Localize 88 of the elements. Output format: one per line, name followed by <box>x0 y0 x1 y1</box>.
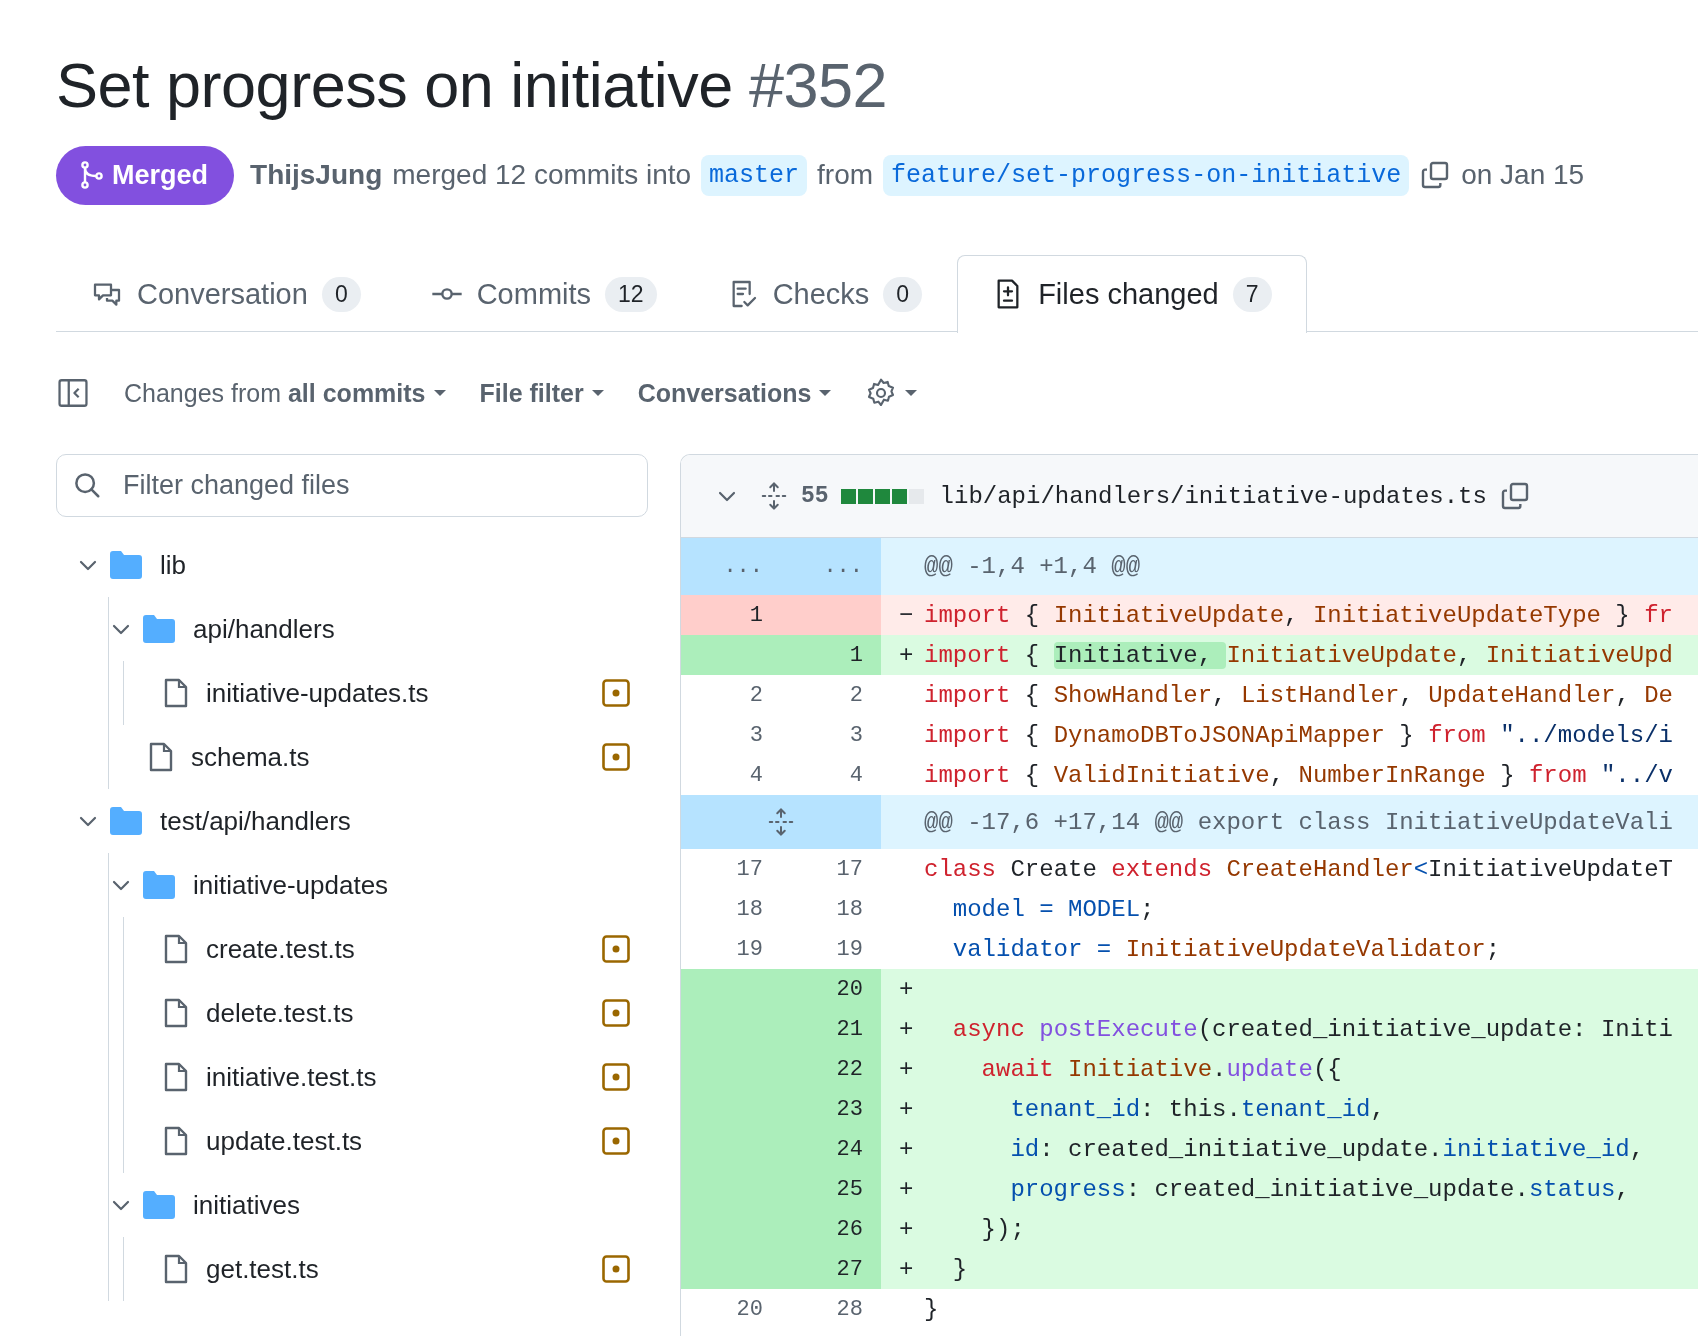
code-line: class Create extends CreateHandler<InitiativeUpdateT <box>923 854 1674 885</box>
line-number: 18 <box>735 895 764 924</box>
line-number: 20 <box>781 969 881 1010</box>
file-icon <box>164 678 188 709</box>
line-number: 27 <box>781 1249 881 1290</box>
search-icon <box>72 470 102 501</box>
line-number: 17 <box>735 855 764 884</box>
code-line: validator = InitiativeUpdateValidator; <box>951 934 1502 965</box>
line-number: 1 <box>781 635 881 676</box>
line-number: 3 <box>848 721 864 750</box>
from-text: from <box>817 159 874 192</box>
folder-icon <box>143 615 175 644</box>
tab-counter: 7 <box>1232 276 1272 312</box>
author-link[interactable]: ThijsJung <box>250 159 383 192</box>
line-number: ... <box>781 538 881 596</box>
folder-item[interactable]: initiatives <box>109 1173 648 1238</box>
line-number: 21 <box>781 1009 881 1050</box>
code-line: import { ShowHandler, ListHandler, UpdateHandler, De <box>923 680 1674 711</box>
changes-from-dropdown[interactable]: Changes from all commits <box>124 378 446 408</box>
line-number: 24 <box>781 1129 881 1170</box>
file-item[interactable]: update.test.ts <box>124 1109 648 1174</box>
line-number: 23 <box>781 1089 881 1130</box>
line-number: ... <box>681 538 781 596</box>
pr-number: #352 <box>748 49 888 122</box>
file-item[interactable]: get.test.ts <box>124 1237 648 1302</box>
code-line: model = MODEL; <box>951 894 1156 925</box>
tab[interactable]: Checks 0 <box>691 254 958 333</box>
expand-icon[interactable] <box>766 807 796 838</box>
caret-icon <box>433 389 446 398</box>
caret-icon <box>591 389 604 398</box>
file-item[interactable]: create.test.ts <box>124 917 648 982</box>
tab[interactable]: Conversation 0 <box>56 254 396 333</box>
file-filter-dropdown[interactable]: File filter <box>479 378 604 408</box>
line-number: 17 <box>835 855 864 884</box>
caret-icon <box>905 389 918 398</box>
line-number: 20 <box>735 1295 764 1324</box>
base-branch[interactable]: master <box>701 154 808 196</box>
head-branch[interactable]: feature/set-progress-on-initiative <box>883 154 1410 196</box>
file-item[interactable]: schema.ts <box>109 725 648 790</box>
line-number: 28 <box>835 1295 864 1324</box>
code-line: } <box>923 1294 940 1325</box>
file-icon <box>149 742 173 773</box>
caret-icon <box>819 389 832 398</box>
line-number: 19 <box>735 935 764 964</box>
file-icon <box>164 1126 188 1157</box>
filter-field[interactable]: Filter changed files <box>56 454 648 518</box>
line-number: 4 <box>748 761 764 790</box>
file-item[interactable]: delete.test.ts <box>124 981 648 1046</box>
line-number: 25 <box>781 1169 881 1210</box>
tab[interactable]: Files changed 7 <box>957 254 1307 333</box>
folder-item[interactable]: lib <box>76 533 648 598</box>
folder-icon <box>110 807 142 836</box>
expand-icon[interactable] <box>759 481 789 512</box>
tab[interactable]: Commits 12 <box>395 254 692 333</box>
pr-title: Set progress on initiative <box>56 49 733 122</box>
change-count: 55 <box>801 483 829 510</box>
tab-counter: 0 <box>883 276 923 312</box>
folder-icon <box>110 551 142 580</box>
folder-icon <box>143 1191 175 1220</box>
line-number: 26 <box>781 1209 881 1250</box>
file-icon <box>164 1062 188 1093</box>
file-icon <box>164 934 188 965</box>
merge-date: on Jan 15 <box>1461 159 1585 192</box>
conversations-dropdown[interactable]: Conversations <box>637 378 832 408</box>
line-number: 4 <box>848 761 864 790</box>
line-number: 18 <box>835 895 864 924</box>
file-icon <box>164 998 188 1029</box>
code-line: import { ValidInitiative, NumberInRange } from "../v <box>923 760 1674 791</box>
file-item[interactable]: initiative-updates.ts <box>124 661 648 726</box>
file-icon <box>164 1254 188 1285</box>
merge-text: merged 12 commits into <box>392 159 692 192</box>
merge-icon <box>80 161 104 190</box>
folder-item[interactable]: test/api/handlers <box>76 789 648 854</box>
line-number: 1 <box>681 595 781 636</box>
line-number: 19 <box>835 935 864 964</box>
file-path: lib/api/handlers/initiative-updates.ts <box>939 482 1487 510</box>
file-item[interactable]: initiative.test.ts <box>124 1045 648 1110</box>
line-number: 22 <box>781 1049 881 1090</box>
tab-counter: 0 <box>321 276 361 312</box>
folder-item[interactable]: api/handlers <box>109 597 648 662</box>
line-number: 2 <box>848 681 864 710</box>
tab-counter: 12 <box>605 276 657 312</box>
line-number: 3 <box>748 721 764 750</box>
code-line: import { DynamoDBToJSONApiMapper } from "../models/i <box>923 720 1674 751</box>
status-badge: Merged <box>56 145 235 205</box>
line-number: 2 <box>748 681 764 710</box>
folder-item[interactable]: initiative-updates <box>109 853 648 918</box>
folder-icon <box>143 871 175 900</box>
